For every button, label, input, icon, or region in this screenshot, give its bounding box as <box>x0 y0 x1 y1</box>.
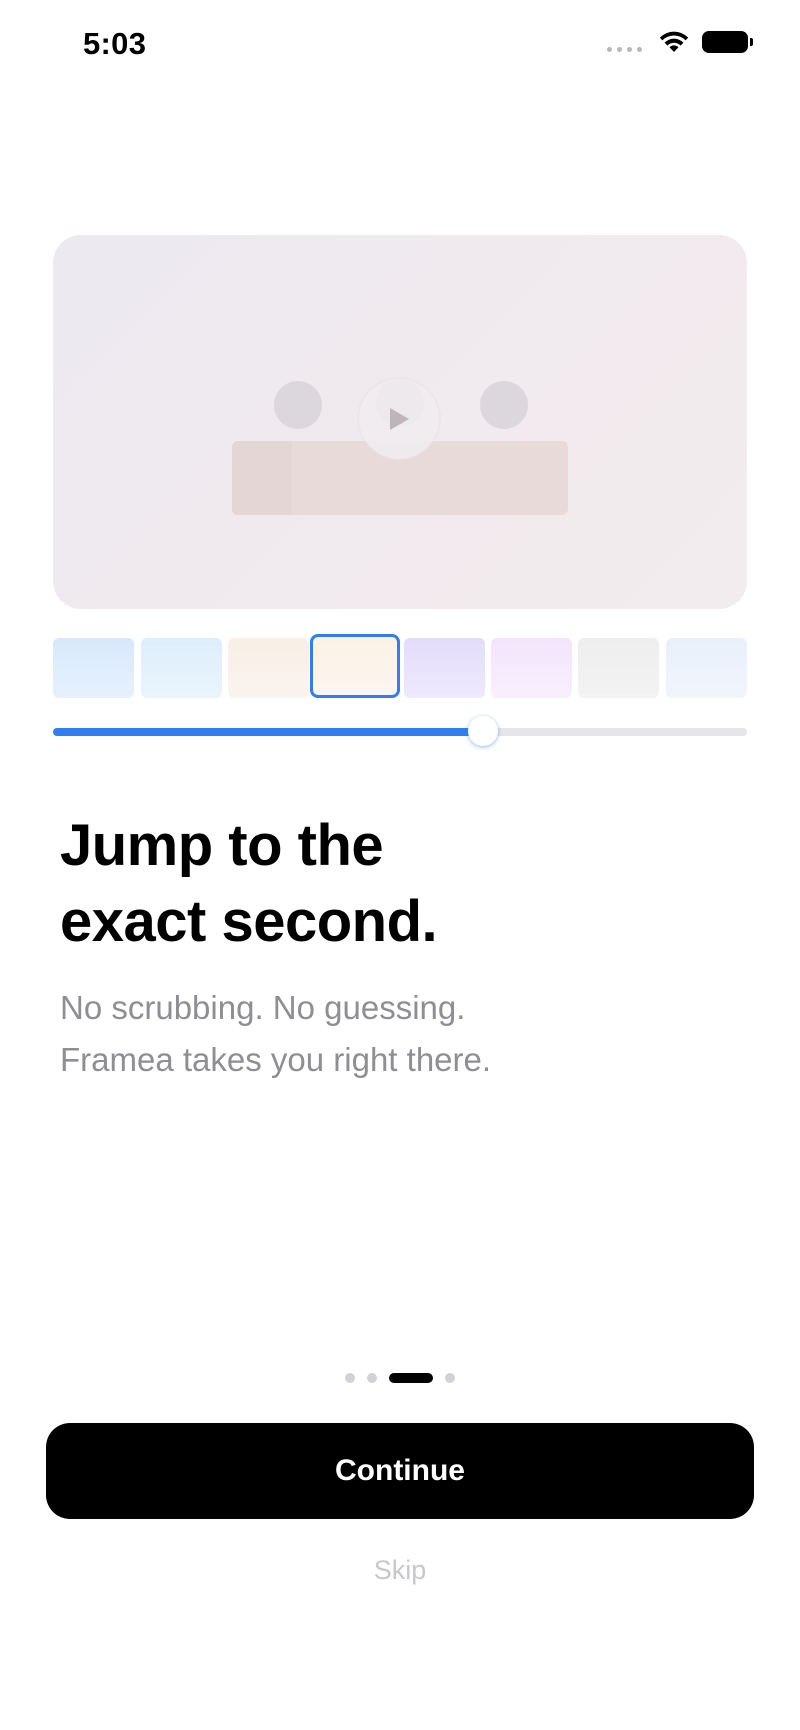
play-button[interactable] <box>359 379 439 459</box>
page-dot-active <box>389 1373 433 1383</box>
timeline-thumbnail-selected[interactable] <box>310 634 400 698</box>
timeline-thumbnails <box>53 634 747 698</box>
scrub-slider-fill <box>53 728 484 736</box>
page-dot <box>345 1373 355 1383</box>
timeline-thumbnail[interactable] <box>141 638 222 698</box>
headline-line-1: Jump to the <box>60 813 384 878</box>
scrub-slider-thumb[interactable] <box>468 716 499 746</box>
timeline-thumbnail[interactable] <box>228 638 309 698</box>
onboarding-headline: Jump to the exact second. <box>60 808 700 960</box>
preview-avatar-right <box>480 381 528 429</box>
subtitle-line-2: Framea takes you right there. <box>60 1041 492 1078</box>
page-dot <box>445 1373 455 1383</box>
timeline-thumbnail[interactable] <box>578 638 659 698</box>
skip-button[interactable]: Skip <box>0 1555 800 1586</box>
play-icon <box>390 408 409 430</box>
status-icons <box>607 30 753 54</box>
preview-avatar-left <box>274 381 322 429</box>
headline-line-2: exact second. <box>60 889 438 954</box>
status-time: 5:03 <box>83 26 147 61</box>
video-preview[interactable] <box>53 235 747 609</box>
preview-caption-bar-segment <box>232 441 292 515</box>
battery-icon <box>702 31 753 53</box>
onboarding-subtitle: No scrubbing. No guessing. Framea takes … <box>60 982 700 1086</box>
page-indicator <box>0 1373 800 1383</box>
timeline-thumbnail[interactable] <box>491 638 572 698</box>
timeline-thumbnail[interactable] <box>404 638 485 698</box>
status-bar: 5:03 <box>0 0 800 100</box>
timeline-thumbnail[interactable] <box>666 638 747 698</box>
continue-button[interactable]: Continue <box>46 1423 754 1519</box>
timeline-thumbnail[interactable] <box>53 638 134 698</box>
cellular-signal-icon <box>607 46 642 52</box>
wifi-icon <box>659 31 689 52</box>
scrub-slider[interactable] <box>53 716 747 746</box>
subtitle-line-1: No scrubbing. No guessing. <box>60 989 466 1026</box>
page-dot <box>367 1373 377 1383</box>
